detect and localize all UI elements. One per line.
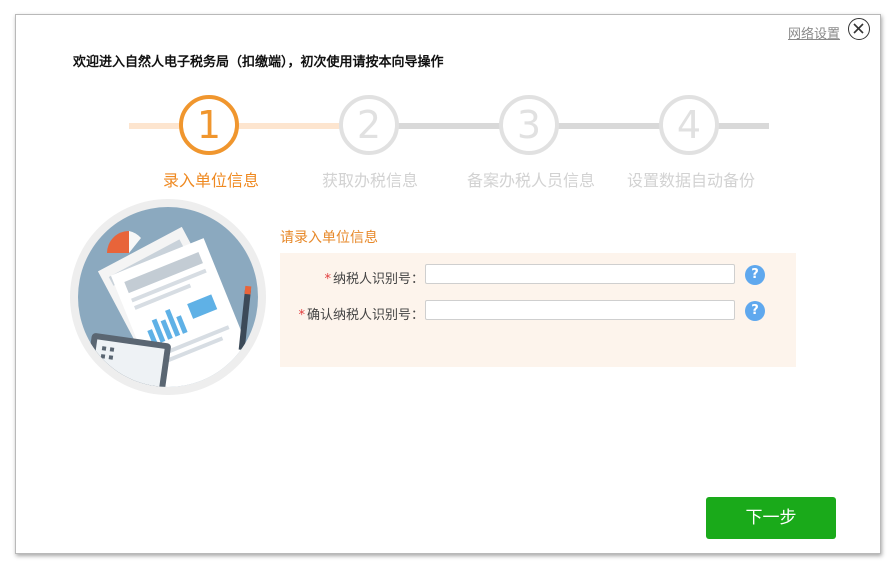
- step-4-circle: 4: [659, 95, 719, 155]
- step-2-circle: 2: [339, 95, 399, 155]
- required-mark: *: [324, 272, 331, 287]
- step-1-circle: 1: [179, 95, 239, 155]
- taxpayer-id-input[interactable]: [425, 264, 735, 284]
- confirm-taxpayer-id-input[interactable]: [425, 300, 735, 320]
- progress-track-complete: [129, 123, 369, 129]
- help-icon[interactable]: ?: [745, 301, 765, 321]
- section-title: 请录入单位信息: [280, 230, 378, 246]
- step-4-label: 设置数据自动备份: [626, 171, 756, 190]
- step-3-label: 备案办税人员信息: [466, 171, 596, 190]
- taxpayer-id-row: * 纳税人识别号： ?: [280, 264, 796, 288]
- taxpayer-id-label-text: 纳税人识别号：: [332, 272, 424, 287]
- taxpayer-id-label: * 纳税人识别号：: [324, 268, 424, 287]
- unit-info-form: * 纳税人识别号： ? * 确认纳税人识别号： ?: [280, 253, 796, 367]
- confirm-taxpayer-id-label: * 确认纳税人识别号：: [298, 304, 424, 323]
- next-step-button[interactable]: 下一步: [706, 497, 836, 539]
- step-progress: 1 2 3 4 录入单位信息 获取办税信息 备案办税人员信息 设置数据自动备份: [16, 15, 880, 215]
- required-mark: *: [298, 308, 305, 323]
- step-2-label: 获取办税信息: [321, 171, 419, 190]
- document-illustration: [70, 199, 266, 395]
- step-1-label: 录入单位信息: [162, 171, 260, 190]
- step-3-circle: 3: [499, 95, 559, 155]
- help-icon[interactable]: ?: [745, 265, 765, 285]
- setup-wizard-window: 网络设置 欢迎进入自然人电子税务局（扣缴端），初次使用请按本向导操作 1 2 3…: [15, 14, 881, 554]
- confirm-taxpayer-id-row: * 确认纳税人识别号： ?: [280, 300, 796, 324]
- confirm-taxpayer-id-label-text: 确认纳税人识别号：: [306, 308, 424, 323]
